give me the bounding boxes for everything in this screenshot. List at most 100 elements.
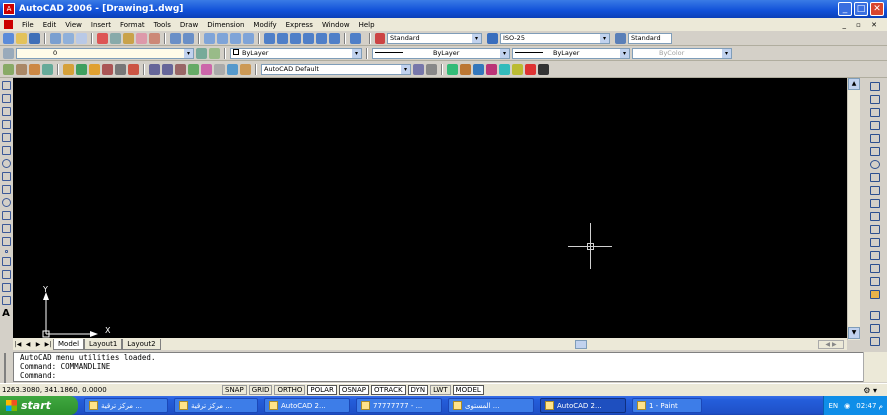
layer-previous-icon[interactable] — [209, 47, 220, 59]
hatch-icon[interactable] — [1, 257, 11, 266]
tool-icon[interactable] — [447, 63, 458, 75]
lwt-toggle[interactable]: LWT — [430, 385, 451, 395]
rotate-icon[interactable] — [869, 160, 880, 169]
menu-format[interactable]: Format — [120, 21, 145, 29]
tool-icon[interactable] — [149, 63, 160, 75]
tool-icon[interactable] — [426, 63, 437, 75]
osnap-toggle[interactable]: OSNAP — [338, 385, 370, 395]
open-icon[interactable] — [16, 32, 27, 44]
scroll-down-button[interactable]: ▼ — [848, 327, 860, 339]
ortho-toggle[interactable]: ORTHO — [274, 385, 306, 395]
extend-icon[interactable] — [869, 212, 880, 221]
ellipse-icon[interactable] — [1, 198, 11, 207]
tool-icon[interactable] — [473, 63, 484, 75]
lock-icon[interactable] — [538, 63, 549, 75]
menu-insert[interactable]: Insert — [91, 21, 111, 29]
menu-help[interactable]: Help — [359, 21, 375, 29]
table-style-combo[interactable]: Standard — [628, 32, 672, 44]
horizontal-scroll-arrows[interactable]: ◀ ▶ — [818, 340, 844, 349]
tool-icon[interactable] — [525, 63, 536, 75]
tool-palettes-icon[interactable] — [290, 32, 301, 44]
tool-icon[interactable] — [188, 63, 199, 75]
fillet-icon[interactable] — [869, 277, 880, 286]
copy-icon[interactable] — [110, 32, 121, 44]
lineweight-combo[interactable]: ByLayer ▾ — [512, 47, 630, 59]
cut-icon[interactable] — [97, 32, 108, 44]
language-indicator[interactable]: EN — [828, 402, 838, 410]
tool-icon[interactable] — [460, 63, 471, 75]
color-combo[interactable]: ByLayer ▾ — [230, 47, 362, 59]
multiline-text-icon[interactable]: A — [2, 309, 10, 319]
help-icon[interactable] — [350, 32, 361, 44]
spline-icon[interactable] — [1, 185, 11, 194]
menu-window[interactable]: Window — [322, 21, 350, 29]
menu-edit[interactable]: Edit — [43, 21, 57, 29]
rectangle-icon[interactable] — [1, 133, 11, 142]
tab-layout2[interactable]: Layout2 — [122, 338, 161, 350]
tool-icon[interactable] — [499, 63, 510, 75]
menu-express[interactable]: Express — [286, 21, 313, 29]
zoom-realtime-icon[interactable] — [217, 32, 228, 44]
minimize-button[interactable]: _ — [838, 2, 852, 16]
taskbar-button[interactable]: المستوى ... — [448, 398, 534, 413]
mirror-icon[interactable] — [869, 108, 880, 117]
menu-modify[interactable]: Modify — [253, 21, 276, 29]
menu-dimension[interactable]: Dimension — [207, 21, 244, 29]
taskbar-button[interactable]: AutoCAD 2... — [264, 398, 350, 413]
break-icon[interactable] — [869, 238, 880, 247]
zoom-previous-icon[interactable] — [243, 32, 254, 44]
close-button[interactable]: ✕ — [870, 2, 884, 16]
match-properties-icon[interactable] — [136, 32, 147, 44]
command-window[interactable]: AutoCAD menu utilities loaded. Command: … — [4, 352, 887, 383]
tool-icon[interactable] — [16, 63, 27, 75]
array-icon[interactable] — [869, 134, 880, 143]
revision-cloud-icon[interactable] — [1, 172, 11, 181]
maximize-button[interactable]: □ — [854, 2, 868, 16]
point-icon[interactable] — [4, 250, 8, 253]
gradient-icon[interactable] — [1, 270, 11, 279]
ellipse-arc-icon[interactable] — [1, 211, 11, 220]
line-icon[interactable] — [1, 81, 11, 90]
dyn-toggle[interactable]: DYN — [407, 385, 429, 395]
construction-line-icon[interactable] — [1, 94, 11, 103]
insert-block-icon[interactable] — [1, 224, 11, 233]
dim-style-combo[interactable]: ISO-25 ▾ — [500, 32, 610, 44]
otrack-toggle[interactable]: OTRACK — [371, 385, 406, 395]
tool-icon[interactable] — [869, 311, 880, 320]
tool-icon[interactable] — [3, 63, 14, 75]
linetype-combo[interactable]: ByLayer ▾ — [372, 47, 510, 59]
calculator-icon[interactable] — [329, 32, 340, 44]
make-current-layer-icon[interactable] — [196, 47, 207, 59]
document-icon[interactable] — [4, 20, 13, 29]
region-icon[interactable] — [1, 283, 11, 292]
stretch-icon[interactable] — [869, 186, 880, 195]
break-at-point-icon[interactable] — [869, 225, 880, 234]
publish-icon[interactable] — [76, 32, 87, 44]
layer-combo[interactable]: 0 ▾ — [16, 47, 194, 59]
taskbar-button[interactable]: 1 - Paint — [632, 398, 702, 413]
scroll-up-button[interactable]: ▲ — [848, 78, 860, 90]
grid-toggle[interactable]: GRID — [248, 385, 273, 395]
redo-icon[interactable] — [183, 32, 194, 44]
command-prompt[interactable]: Command: — [20, 371, 886, 380]
autocad-app-icon[interactable]: A — [3, 3, 15, 15]
tool-icon[interactable] — [175, 63, 186, 75]
join-icon[interactable] — [869, 251, 880, 260]
make-block-icon[interactable] — [1, 237, 11, 246]
start-button[interactable]: start — [0, 396, 78, 415]
command-scrollbar[interactable] — [863, 352, 887, 382]
communication-center-icon[interactable]: ⚙ ▾ — [863, 386, 877, 395]
table-style-icon[interactable] — [615, 32, 626, 44]
paste-icon[interactable] — [123, 32, 134, 44]
tool-icon[interactable] — [869, 324, 880, 333]
arc-icon[interactable] — [1, 146, 11, 155]
taskbar-button-active[interactable]: AutoCAD 2... — [540, 398, 626, 413]
layer-manager-icon[interactable] — [3, 47, 14, 59]
dim-style-icon[interactable] — [487, 32, 498, 44]
menu-view[interactable]: View — [65, 21, 82, 29]
offset-icon[interactable] — [869, 121, 880, 130]
move-icon[interactable] — [869, 147, 880, 156]
horizontal-scroll-button[interactable] — [575, 340, 587, 349]
zoom-window-icon[interactable] — [230, 32, 241, 44]
taskbar-button[interactable]: مركز ترقية ... — [84, 398, 168, 413]
